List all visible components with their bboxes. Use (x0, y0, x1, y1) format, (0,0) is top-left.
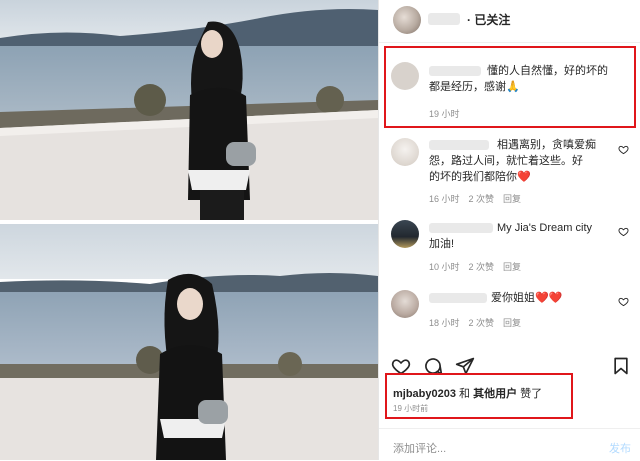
comment-meta: 18 小时 2 次赞 回复 (429, 316, 530, 329)
instagram-post-view: · 已关注 懂的人自然懂，好的坏的 都是经历，感谢🙏 19 小时 相遇离别，贪嗔… (0, 0, 640, 460)
comment-meta: 16 小时 2 次赞 回复 (429, 192, 530, 205)
commenter-name-blurred[interactable] (429, 293, 487, 303)
bookmark-icon[interactable] (611, 356, 631, 376)
comment-text-line3: 的坏的我们都陪你❤️ (429, 171, 531, 183)
comment-meta: 10 小时 2 次赞 回复 (429, 260, 530, 273)
comment-likes[interactable]: 2 次赞 (469, 262, 495, 272)
comment-time: 10 小时 (429, 262, 460, 272)
commenter-name-blurred[interactable] (429, 223, 493, 233)
commenter-avatar[interactable] (391, 138, 419, 166)
comment-likes[interactable]: 2 次赞 (469, 318, 495, 328)
commenter-avatar[interactable] (391, 290, 419, 318)
comments-panel: · 已关注 懂的人自然懂，好的坏的 都是经历，感谢🙏 19 小时 相遇离别，贪嗔… (378, 0, 640, 460)
comment-3: My Jia's Dream city 加油! 10 小时 2 次赞 回复 (379, 216, 640, 280)
comment-text-line2: 加油! (429, 238, 455, 250)
comment-text-line1: My Jia's Dream city (497, 222, 592, 234)
comment-2: 相遇离别，贪嗔爱痴 怨，路过人间，就忙着这些。好 的坏的我们都陪你❤️ 16 小… (379, 132, 640, 212)
post-comment-button[interactable]: 发布 (609, 440, 631, 456)
reply-button[interactable]: 回复 (503, 194, 521, 204)
heart-icon[interactable] (618, 144, 629, 155)
comment-text-line2: 怨，路过人间，就忙着这些。好 (429, 155, 583, 167)
reply-button[interactable]: 回复 (503, 318, 521, 328)
author-avatar[interactable] (393, 6, 421, 34)
add-comment-bar: 添加评论... 发布 (379, 428, 640, 461)
post-photos (0, 0, 378, 460)
commenter-avatar[interactable] (391, 220, 419, 248)
heart-icon[interactable] (618, 226, 629, 237)
post-photo-2[interactable] (0, 224, 378, 460)
comment-text-line1: 爱你姐姐❤️❤️ (491, 292, 563, 304)
highlight-box-likes (385, 373, 573, 419)
author-name-blurred[interactable] (428, 13, 460, 25)
highlight-box-comment (384, 46, 636, 128)
comment-text-line1: 相遇离别，贪嗔爱痴 (497, 139, 596, 151)
heart-icon[interactable] (618, 296, 629, 307)
commenter-name-blurred[interactable] (429, 140, 489, 150)
post-photo-1[interactable] (0, 0, 378, 220)
comment-time: 16 小时 (429, 194, 460, 204)
add-comment-input[interactable]: 添加评论... (393, 440, 446, 456)
comment-4: 爱你姐姐❤️❤️ 18 小时 2 次赞 回复 (379, 286, 640, 338)
post-header: · 已关注 (379, 0, 640, 43)
reply-button[interactable]: 回复 (503, 262, 521, 272)
comment-likes[interactable]: 2 次赞 (469, 194, 495, 204)
follow-status[interactable]: · 已关注 (467, 11, 510, 28)
comment-time: 18 小时 (429, 318, 460, 328)
